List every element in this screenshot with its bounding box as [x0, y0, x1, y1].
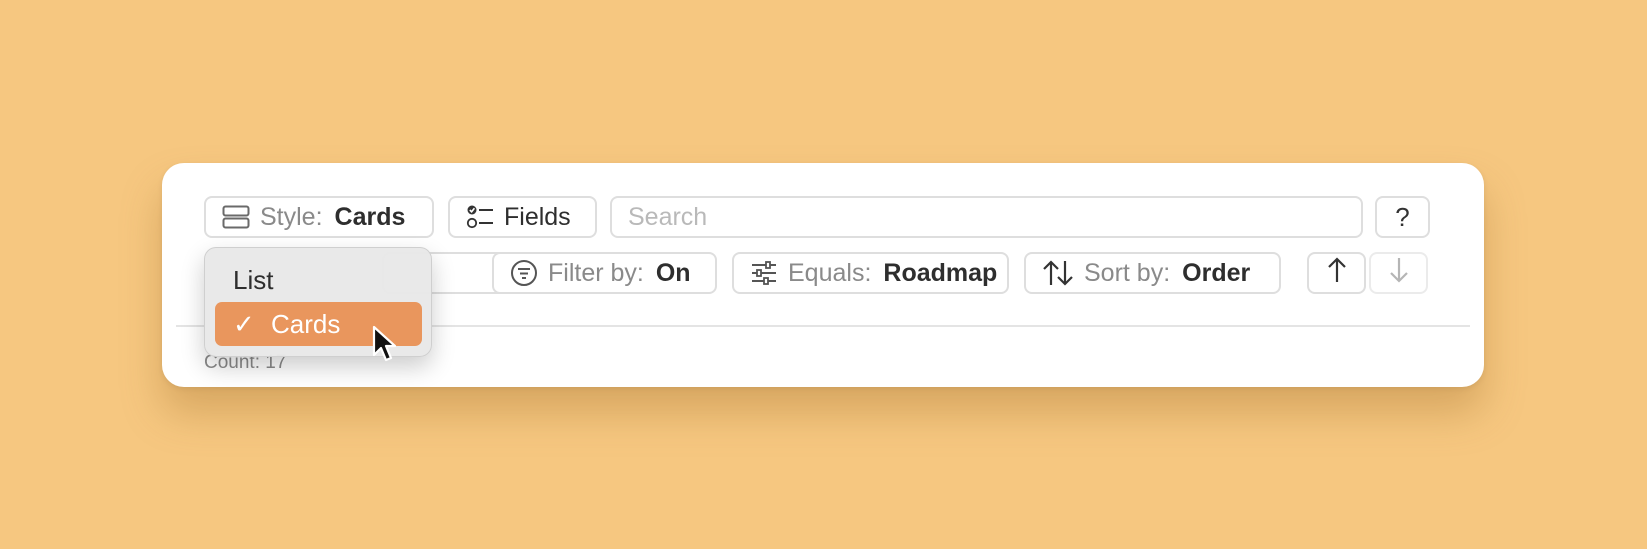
- help-button[interactable]: ?: [1375, 196, 1430, 238]
- filter-icon: [510, 259, 538, 287]
- style-value: Cards: [334, 202, 406, 231]
- menu-item-list[interactable]: List: [215, 258, 422, 302]
- sort-descending-button[interactable]: [1369, 252, 1428, 294]
- menu-item-list-label: List: [233, 264, 274, 295]
- sliders-icon: [750, 260, 778, 286]
- sort-label: Sort by:: [1084, 258, 1171, 287]
- sort-icon: [1042, 259, 1074, 287]
- fields-button[interactable]: Fields: [448, 196, 597, 238]
- fields-label: Fields: [504, 202, 571, 231]
- equals-label: Equals:: [788, 258, 872, 287]
- filter-value: On: [655, 258, 691, 287]
- filter-button[interactable]: Filter by: On: [492, 252, 717, 294]
- sort-button[interactable]: Sort by: Order: [1024, 252, 1281, 294]
- arrow-up-icon: [1326, 256, 1348, 291]
- checklist-icon: [466, 204, 494, 230]
- sort-value: Order: [1182, 258, 1251, 287]
- filter-label: Filter by:: [548, 258, 644, 287]
- layout-cards-icon: [222, 205, 250, 229]
- mouse-cursor-icon: [372, 325, 398, 370]
- menu-item-cards-label: Cards: [271, 308, 341, 339]
- view-options-panel: Style: Cards Fields ? ge: [162, 163, 1484, 387]
- equals-button[interactable]: Equals: Roadmap: [732, 252, 1009, 294]
- sort-ascending-button[interactable]: [1307, 252, 1366, 294]
- help-label: ?: [1395, 201, 1410, 232]
- checkmark-icon: ✓: [233, 308, 255, 339]
- search-input[interactable]: [610, 196, 1363, 238]
- equals-value: Roadmap: [883, 258, 998, 287]
- style-button[interactable]: Style: Cards: [204, 196, 434, 238]
- style-label: Style:: [260, 202, 323, 231]
- arrow-down-icon: [1388, 256, 1410, 291]
